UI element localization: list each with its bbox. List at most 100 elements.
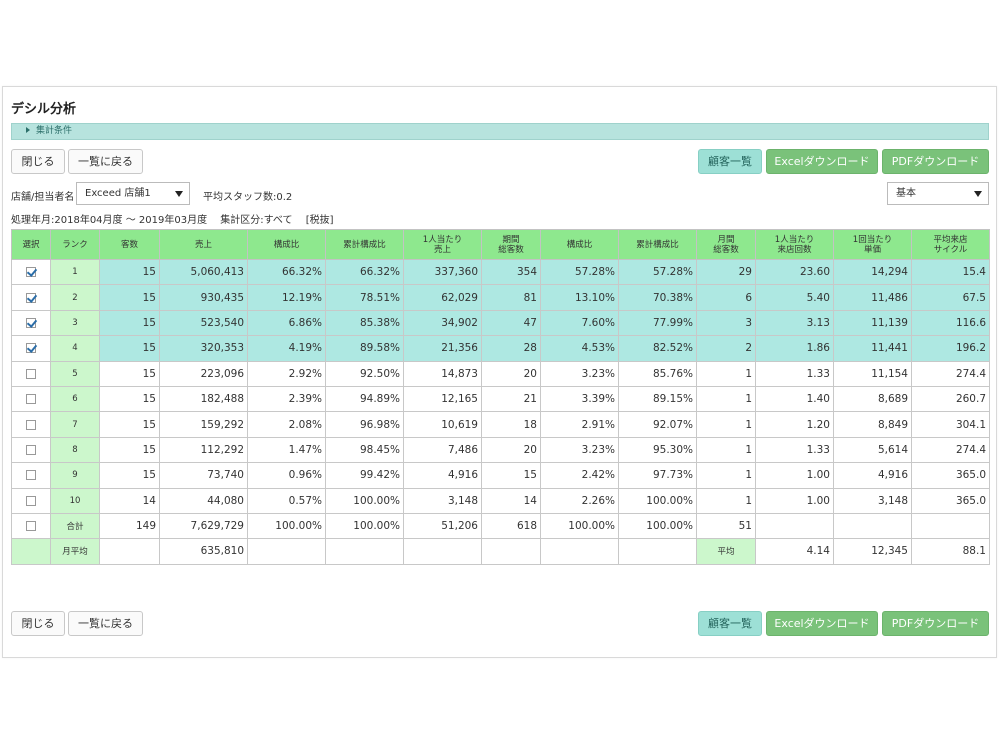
table-row: 6 15 182,488 2.39% 94.89% 12,165 21 3.39% 89.15%…	[11, 385, 990, 413]
table-cell: 14,294	[833, 258, 912, 286]
table-cell: 15.4	[911, 258, 990, 286]
select-cell	[11, 385, 51, 413]
table-cell: 20	[481, 360, 541, 387]
table-cell: 29	[696, 258, 756, 286]
average-visits: 4.14	[755, 538, 834, 565]
table-cell: 47	[481, 309, 541, 337]
conditions-label: 集計条件	[36, 126, 73, 136]
table-cell: 1.40	[755, 385, 834, 413]
table-row: 8 15 112,292 1.47% 98.45% 7,486 20 3.23% 95.30% 1…	[11, 436, 990, 464]
checkbox[interactable]	[26, 368, 36, 379]
table-cell: 62,029	[403, 284, 482, 311]
table-cell: 89.15%	[618, 385, 697, 413]
table-cell: 92.07%	[618, 411, 697, 438]
rank-cell: 8	[50, 436, 100, 464]
checkbox-checked[interactable]	[26, 317, 36, 328]
close-button-bottom[interactable]: 閉じる	[11, 611, 65, 636]
column-header: 構成比	[247, 229, 326, 260]
total-label: 合計	[50, 512, 100, 540]
tax-text: [税抜]	[305, 215, 334, 226]
excel-download-button[interactable]: Excelダウンロード	[766, 149, 878, 174]
table-cell: 159,292	[159, 411, 248, 438]
table-cell: 11,486	[833, 284, 912, 311]
checkbox-checked[interactable]	[26, 292, 36, 303]
checkbox[interactable]	[26, 444, 36, 455]
select-cell	[11, 284, 51, 311]
checkbox[interactable]	[26, 419, 36, 430]
table-cell: 94.89%	[325, 385, 404, 413]
page-title: デシル分析	[11, 102, 77, 117]
table-cell: 1.20	[755, 411, 834, 438]
table-cell: 6.86%	[247, 309, 326, 337]
customer-list-button[interactable]: 顧客一覧	[698, 149, 762, 174]
checkbox[interactable]	[26, 394, 36, 405]
store-select[interactable]: Exceed 店舗1	[76, 182, 190, 205]
column-header-label: 来店回数	[777, 244, 812, 255]
column-header: 構成比	[540, 229, 619, 260]
column-header: 1人当たり 売上	[403, 229, 482, 260]
checkbox[interactable]	[26, 495, 36, 506]
table-cell: 97.73%	[618, 462, 697, 489]
rank-cell: 5	[50, 360, 100, 387]
column-header-label: 1人当たり	[774, 234, 815, 245]
table-cell: 66.32%	[247, 258, 326, 286]
checkbox[interactable]	[26, 470, 36, 481]
table-cell: 3.23%	[540, 436, 619, 464]
total-row: 合計 149 7,629,729 100.00% 100.00% 51,206 618 100…	[11, 512, 990, 540]
table-header-row: 選択 ランク 客数 売上 構成比 累計構成比 1人当たり 売上 期間 総客数 構成比 累計構成比 月間総…	[11, 229, 990, 260]
table-cell: 15	[99, 411, 160, 438]
table-cell: 5.40	[755, 284, 834, 311]
customer-list-button-bottom[interactable]: 顧客一覧	[698, 611, 762, 636]
table-cell: 28	[481, 335, 541, 362]
caret-down-icon	[175, 191, 183, 197]
average-cycle: 88.1	[911, 538, 990, 565]
table-cell: 15	[99, 335, 160, 362]
mode-select[interactable]: 基本	[887, 182, 989, 205]
average-label: 平均	[696, 538, 756, 565]
column-header-label: 構成比	[566, 239, 593, 250]
table-cell: 3.13	[755, 309, 834, 337]
back-to-list-button[interactable]: 一覧に戻る	[68, 149, 143, 174]
checkbox-checked[interactable]	[26, 343, 36, 354]
rank-cell: 2	[50, 284, 100, 311]
close-button[interactable]: 閉じる	[11, 149, 65, 174]
pdf-download-button-bottom[interactable]: PDFダウンロード	[882, 611, 989, 636]
table-cell: 100.00%	[325, 487, 404, 514]
table-cell: 85.38%	[325, 309, 404, 337]
table-cell: 320,353	[159, 335, 248, 362]
table-cell: 89.58%	[325, 335, 404, 362]
checkbox[interactable]	[26, 521, 36, 532]
table-cell: 1.00	[755, 487, 834, 514]
conditions-toggle[interactable]: 集計条件	[11, 123, 989, 140]
table-cell: 44,080	[159, 487, 248, 514]
pdf-download-button[interactable]: PDFダウンロード	[882, 149, 989, 174]
table-cell: 196.2	[911, 335, 990, 362]
select-cell	[11, 411, 51, 438]
table-cell: 182,488	[159, 385, 248, 413]
column-header: 1回当たり 単価	[833, 229, 912, 260]
empty-cell	[403, 538, 482, 565]
empty-cell	[325, 538, 404, 565]
column-header-label: 総客数	[498, 244, 524, 255]
table-cell: 930,435	[159, 284, 248, 311]
empty-cell	[99, 538, 160, 565]
table-cell: 15	[99, 309, 160, 337]
table-row: 3 15 523,540 6.86% 85.38% 34,902 47 7.60% 77.99%…	[11, 309, 990, 337]
table-cell: 618	[481, 512, 541, 540]
table-cell: 2.26%	[540, 487, 619, 514]
table-cell: 5,614	[833, 436, 912, 464]
table-cell: 12.19%	[247, 284, 326, 311]
table-cell: 34,902	[403, 309, 482, 337]
checkbox-checked[interactable]	[26, 267, 36, 278]
table-cell: 523,540	[159, 309, 248, 337]
table-cell: 223,096	[159, 360, 248, 387]
table-cell: 1.33	[755, 360, 834, 387]
table-cell: 92.50%	[325, 360, 404, 387]
table-cell: 5,060,413	[159, 258, 248, 286]
table-cell: 99.42%	[325, 462, 404, 489]
table-cell: 98.45%	[325, 436, 404, 464]
table-cell: 149	[99, 512, 160, 540]
excel-download-button-bottom[interactable]: Excelダウンロード	[766, 611, 878, 636]
back-to-list-button-bottom[interactable]: 一覧に戻る	[68, 611, 143, 636]
table-cell: 15	[481, 462, 541, 489]
